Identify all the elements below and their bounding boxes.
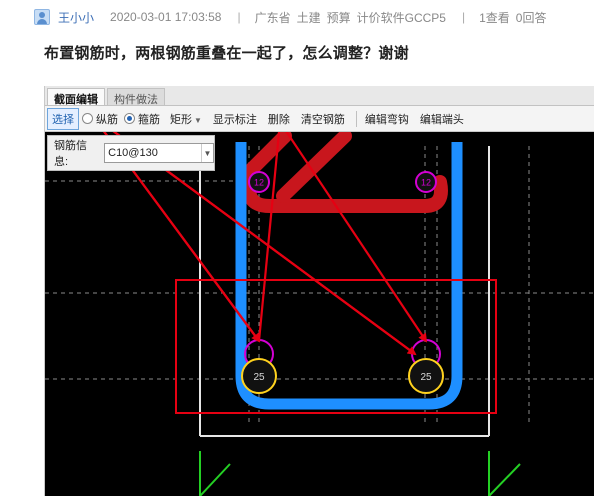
shape-dropdown[interactable]: 矩形 ▼ [166,109,206,129]
tag-label[interactable]: 预算 [327,9,351,26]
editor-toolbar: 选择 纵筋 箍筋 矩形 ▼ 显示标注 删除 清空钢筋 编辑弯钩 编辑端头 [45,106,594,132]
shape-label: 矩形 [170,113,192,126]
show-annotation-button[interactable]: 显示标注 [209,109,261,129]
view-count: 1查看 [479,10,510,25]
longitudinal-radio[interactable]: 纵筋 [82,111,118,127]
rebar-size-label: 12 [254,178,264,188]
edit-hook-button[interactable]: 编辑弯钩 [361,109,413,129]
stirrup-label: 箍筋 [138,113,160,126]
radio-unchecked-icon [82,113,93,124]
question-title: 布置钢筋时，两根钢筋重叠在一起了，怎么调整？谢谢 [44,45,409,62]
rebar-size-label: 25 [253,372,265,383]
select-button[interactable]: 选择 [47,107,79,130]
rebar-info-label: 钢筋信息: [54,140,87,168]
tag-label[interactable]: 土建 [297,9,321,26]
rebar-size-label: 25 [420,372,432,383]
editor-tab-bar: 截面编辑 构件做法 [45,86,594,106]
chevron-down-icon: ▼ [194,115,202,125]
edit-end-button[interactable]: 编辑端头 [416,109,468,129]
answer-count: 0回答 [515,10,547,25]
clear-rebar-button[interactable]: 清空钢筋 [297,109,349,129]
post-meta: 王小小 2020-03-01 17:03:58 | 广东省 土建 预算 计价软件… [34,7,552,27]
rebar-editor-screenshot: 12 12 25 25 截面编辑 构件做法 选择 纵筋 箍筋 矩形 ▼ 显示标注… [44,86,594,496]
post-date: 2020-03-01 17:03:58 [110,10,222,24]
rebar-info-panel: 钢筋信息: C10@130 ▼ [47,135,215,171]
tag-label[interactable]: 计价软件GCCP5 [357,9,446,26]
rebar-info-select[interactable]: C10@130 ▼ [104,143,214,163]
tab-section-edit[interactable]: 截面编辑 [47,88,105,106]
meta-separator: | [461,10,466,24]
rebar-size-label: 12 [421,178,431,188]
rebar-info-value: C10@130 [108,147,158,159]
delete-button[interactable]: 删除 [264,109,294,129]
post-location: 广东省 [254,10,291,25]
longitudinal-label: 纵筋 [96,113,118,126]
meta-separator: | [237,10,241,24]
tab-component-method[interactable]: 构件做法 [107,88,165,106]
radio-checked-icon [124,113,135,124]
stirrup-radio[interactable]: 箍筋 [124,111,160,127]
avatar-icon[interactable] [34,9,50,25]
author-name[interactable]: 王小小 [58,9,94,26]
chevron-down-icon[interactable]: ▼ [201,144,213,162]
toolbar-divider [355,110,357,127]
